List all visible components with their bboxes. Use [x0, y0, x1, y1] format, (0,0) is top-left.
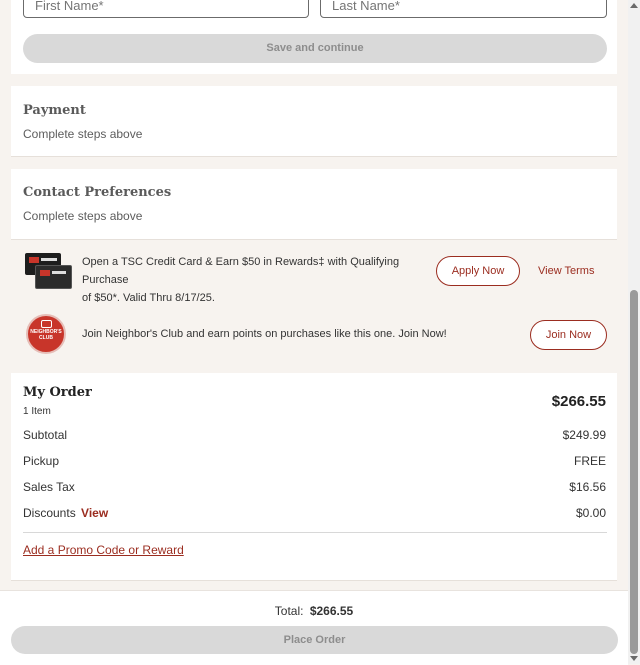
payment-subtitle: Complete steps above — [23, 127, 143, 141]
footer-total-value: $266.55 — [309, 604, 354, 618]
payment-title: Payment — [23, 103, 86, 118]
pickup-value: FREE — [573, 454, 606, 468]
join-now-button[interactable]: Join Now — [530, 320, 607, 350]
contact-preferences-section: Contact Preferences Complete steps above — [11, 169, 617, 240]
neighbors-club-promo: NEIGHBOR'S CLUB Join Neighbor's Club and… — [11, 306, 617, 370]
neighbors-club-text: Join Neighbor's Club and earn points on … — [82, 328, 447, 340]
credit-card-promo-text: Open a TSC Credit Card & Earn $50 in Rew… — [82, 256, 400, 304]
sales-tax-label: Sales Tax — [23, 480, 75, 494]
save-and-continue-button[interactable]: Save and continue — [23, 34, 607, 63]
subtotal-label: Subtotal — [23, 428, 68, 442]
scrollbar-thumb[interactable] — [630, 290, 638, 654]
checkout-footer: Total: $266.55 Place Order — [0, 590, 628, 665]
scroll-down-arrow-icon[interactable] — [630, 656, 638, 661]
name-form-panel: Save and continue — [11, 0, 617, 74]
add-promo-code-link[interactable]: Add a Promo Code or Reward — [23, 543, 184, 557]
view-terms-link[interactable]: View Terms — [538, 265, 594, 277]
order-summary: My Order 1 Item $266.55 Subtotal $249.99… — [11, 373, 617, 581]
discounts-view-link[interactable]: View — [81, 506, 108, 520]
neighbors-club-badge-icon: NEIGHBOR'S CLUB — [26, 314, 66, 354]
sales-tax-value: $16.56 — [569, 480, 606, 494]
order-item-count: 1 Item — [23, 406, 51, 417]
contact-preferences-subtitle: Complete steps above — [23, 209, 143, 223]
payment-section: Payment Complete steps above — [11, 86, 617, 157]
pickup-label: Pickup — [23, 454, 60, 468]
scroll-up-arrow-icon[interactable] — [630, 3, 638, 8]
contact-preferences-title: Contact Preferences — [23, 185, 172, 200]
page-scrollbar[interactable] — [628, 0, 640, 664]
order-total-amount: $266.55 — [551, 393, 606, 410]
place-order-button[interactable]: Place Order — [11, 626, 618, 654]
first-name-input[interactable] — [23, 0, 309, 18]
checkout-page: Save and continue Payment Complete steps… — [0, 0, 628, 665]
discounts-value: $0.00 — [575, 506, 606, 520]
order-title: My Order — [23, 385, 92, 400]
subtotal-value: $249.99 — [562, 428, 606, 442]
credit-card-image — [25, 253, 72, 289]
order-divider — [23, 532, 607, 533]
apply-now-button[interactable]: Apply Now — [436, 256, 520, 286]
last-name-input[interactable] — [320, 0, 607, 18]
footer-total: Total: $266.55 — [274, 604, 354, 618]
discounts-label: Discounts View — [23, 506, 109, 520]
credit-card-promo: Open a TSC Credit Card & Earn $50 in Rew… — [11, 240, 617, 304]
